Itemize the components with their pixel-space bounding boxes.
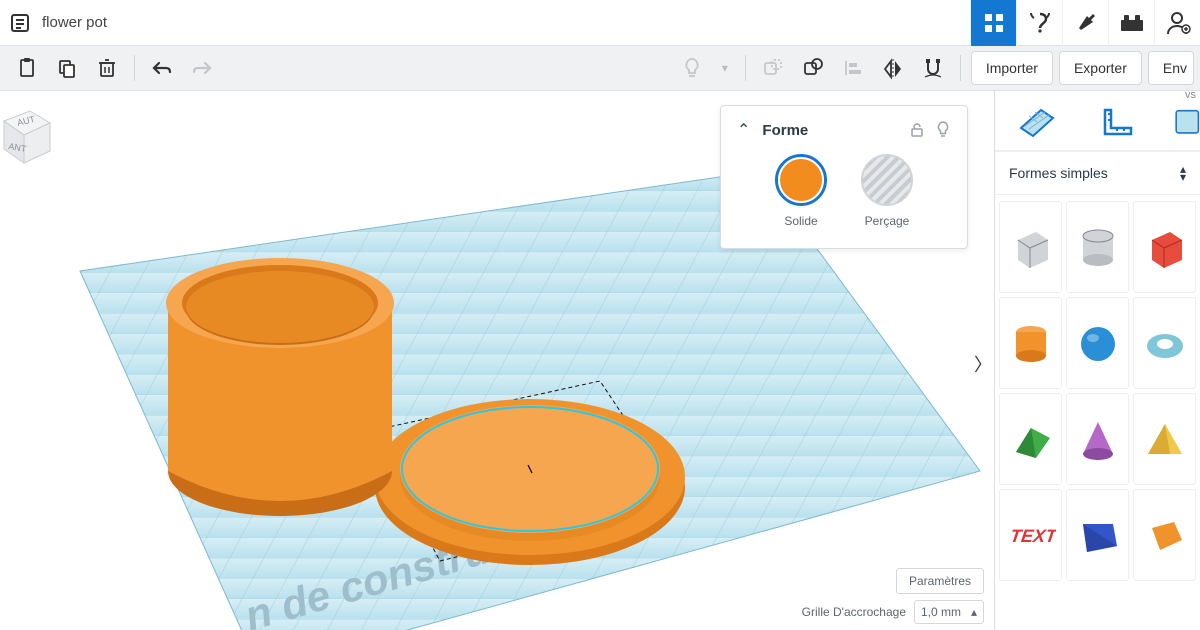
shape-other[interactable] [1133,489,1196,581]
shape-hole-option[interactable]: Perçage [861,154,913,228]
shape-wedge[interactable] [1066,489,1129,581]
copy-button[interactable] [50,51,84,85]
mode-blocks[interactable] [1016,0,1062,46]
hole-swatch-icon [861,154,913,206]
shape-category-select[interactable]: Formes simples ▴▾ [995,151,1200,195]
view-cube[interactable]: AUT ANT [0,101,52,171]
parameters-button[interactable]: Paramètres [896,568,984,594]
lock-icon[interactable] [909,121,925,139]
send-button[interactable]: Env [1148,51,1194,85]
mode-minecraft[interactable] [1062,0,1108,46]
separator [745,55,746,81]
app-logo-icon[interactable] [10,13,30,33]
toolbar: ▾ Importer Exporter Env [0,46,1200,91]
shape-pyramid[interactable] [1133,393,1196,485]
shape-sphere[interactable] [1066,297,1129,389]
inspector-title: Forme [762,122,808,139]
shape-cylinder[interactable] [999,297,1062,389]
updown-icon: ▴▾ [1180,165,1186,181]
titlebar-left: flower pot [10,13,107,33]
shape-mode-options: Solide Perçage [737,154,951,228]
align-button[interactable] [836,51,870,85]
toolbar-right: ▾ Importer Exporter Env [675,51,1194,85]
export-button[interactable]: Exporter [1059,51,1142,85]
shape-torus[interactable] [1133,297,1196,389]
collapse-icon[interactable]: ⌃ [737,120,750,140]
titlebar-right [970,0,1200,45]
solid-label: Solide [784,214,817,228]
shape-category-label: Formes simples [1009,165,1108,181]
redo-button[interactable] [185,51,219,85]
mirror-button[interactable] [876,51,910,85]
shape-text[interactable]: TEXT [999,489,1062,581]
vs-label: vs [1185,89,1196,101]
solid-swatch-icon [775,154,827,206]
sidebar-expand-handle[interactable]: 〉 [974,351,992,377]
separator [134,55,135,81]
shape-solid-option[interactable]: Solide [775,154,827,228]
shape-box[interactable] [999,201,1062,293]
shapes-grid: TEXT [995,195,1200,630]
paste-button[interactable] [10,51,44,85]
user-menu[interactable] [1154,0,1200,46]
mode-lego[interactable] [1108,0,1154,46]
main: n de construction [0,91,1200,630]
group-button[interactable] [756,51,790,85]
shape-cylinder-hole[interactable] [1066,201,1129,293]
undo-button[interactable] [145,51,179,85]
ungroup-button[interactable] [796,51,830,85]
shapes-sidebar: vs For [994,91,1200,630]
svg-text:TEXT: TEXT [1008,526,1055,546]
snap-grid-select[interactable]: 1,0 mm ▴ [914,600,984,624]
magnet-button[interactable] [916,51,950,85]
shape-inspector: ⌃ Forme Solide [720,105,968,249]
separator [960,55,961,81]
bulb-button[interactable] [675,51,709,85]
mode-3d-editor[interactable] [970,0,1016,46]
snap-grid-value: 1,0 mm [921,605,961,619]
workplane-button[interactable] [995,91,1077,151]
toolbar-left [10,51,219,85]
chevron-up-icon: ▴ [971,605,977,619]
workplane-tools [995,91,1200,151]
import-button[interactable]: Importer [971,51,1053,85]
bulb-icon[interactable] [935,121,951,139]
shape-box-red[interactable] [1133,201,1196,293]
canvas[interactable]: n de construction [0,91,994,630]
snap-grid-label: Grille D'accrochage [802,605,906,619]
shape-cone[interactable] [1066,393,1129,485]
snap-grid-row: Grille D'accrochage 1,0 mm ▴ [802,600,984,624]
bulb-dropdown[interactable]: ▾ [715,51,735,85]
hole-label: Perçage [865,214,910,228]
ruler-button[interactable] [1077,91,1159,151]
shape-roof[interactable] [999,393,1062,485]
inspector-header: ⌃ Forme [737,120,951,140]
titlebar: flower pot [0,0,1200,46]
delete-button[interactable] [90,51,124,85]
project-name[interactable]: flower pot [42,14,107,31]
